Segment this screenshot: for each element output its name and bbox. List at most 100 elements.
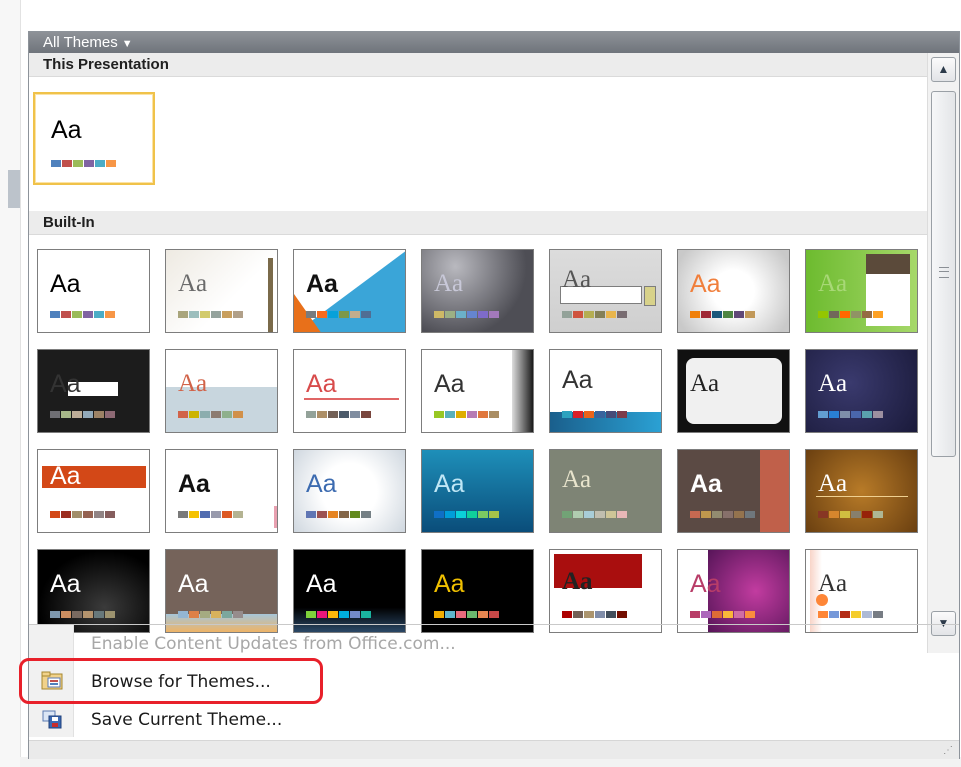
grip-icon xyxy=(939,267,949,278)
theme-swatches xyxy=(818,511,884,518)
theme-swatches xyxy=(178,511,244,518)
all-themes-header[interactable]: All Themes ▼ xyxy=(29,32,959,53)
theme-clarity[interactable]: Aa xyxy=(293,349,406,433)
theme-swatches xyxy=(51,160,117,167)
resize-grip-icon[interactable]: ⋰ xyxy=(943,745,953,756)
save-theme-icon xyxy=(42,710,62,729)
theme-executive[interactable]: Aa xyxy=(293,449,406,533)
section-this-presentation: This Presentation xyxy=(29,53,927,77)
theme-preview-text: Aa xyxy=(818,570,848,597)
browse-for-themes-label: Browse for Themes... xyxy=(91,672,271,692)
theme-adjacency[interactable]: Aa xyxy=(165,249,278,333)
theme-preview-text: Aa xyxy=(818,270,848,297)
background-ribbon-edge xyxy=(0,0,21,767)
theme-preview-text: Aa xyxy=(434,470,465,498)
theme-elemental[interactable]: Aa xyxy=(805,349,918,433)
theme-swatches xyxy=(818,411,884,418)
theme-oriel[interactable]: Aa xyxy=(805,549,918,633)
theme-aspect[interactable]: Aa xyxy=(677,249,790,333)
theme-swatches xyxy=(50,411,116,418)
theme-composite[interactable]: Aa xyxy=(421,349,534,433)
resize-bar[interactable]: ⋰ xyxy=(29,740,959,759)
save-current-theme-item[interactable]: Save Current Theme... xyxy=(29,704,959,734)
theme-couture[interactable]: Aa xyxy=(677,349,790,433)
scroll-up-icon[interactable]: ▲ xyxy=(931,57,956,82)
theme-preview-text: Aa xyxy=(306,370,337,398)
theme-swatches xyxy=(818,311,884,318)
theme-horizon[interactable]: Aa xyxy=(37,549,150,633)
theme-preview-text: Aa xyxy=(562,466,592,493)
theme-preview-text: Aa xyxy=(50,370,81,398)
theme-newsprint[interactable]: Aa xyxy=(549,549,662,633)
theme-module[interactable]: Aa xyxy=(421,549,534,633)
theme-concourse[interactable]: Aa xyxy=(549,349,662,433)
theme-preview-text: Aa xyxy=(690,270,721,298)
theme-preview-text: Aa xyxy=(306,570,337,598)
theme-swatches xyxy=(178,411,244,418)
theme-preview-text: Aa xyxy=(178,470,210,498)
theme-apothecary[interactable]: Aa xyxy=(549,249,662,333)
theme-angles[interactable]: Aa xyxy=(293,249,406,333)
theme-median[interactable]: Aa xyxy=(165,549,278,633)
theme-swatches xyxy=(434,611,500,618)
folder-icon xyxy=(41,671,63,690)
theme-preview-text: Aa xyxy=(50,270,81,298)
theme-swatches xyxy=(690,511,756,518)
theme-swatches xyxy=(690,611,756,618)
theme-swatches xyxy=(562,611,628,618)
theme-preview-text: Aa xyxy=(434,270,464,297)
theme-opulent[interactable]: Aa xyxy=(677,549,790,633)
theme-preview-text: Aa xyxy=(178,370,208,397)
menu-separator xyxy=(29,624,959,625)
gallery-scrollbar[interactable]: ▲ ▼ xyxy=(927,53,959,653)
theme-swatches xyxy=(562,511,628,518)
theme-swatches xyxy=(306,611,372,618)
themes-gallery-panel: All Themes ▼ This Presentation Aa Built-I… xyxy=(19,31,960,759)
theme-foundry[interactable]: Aa xyxy=(549,449,662,533)
browse-for-themes-item[interactable]: Browse for Themes... xyxy=(19,658,959,704)
theme-grid[interactable]: Aa xyxy=(677,449,790,533)
theme-black-tie[interactable]: Aa xyxy=(37,349,150,433)
scroll-thumb[interactable] xyxy=(931,91,956,457)
theme-swatches xyxy=(50,311,116,318)
theme-apex[interactable]: Aa xyxy=(421,249,534,333)
theme-swatches xyxy=(434,411,500,418)
theme-preview-text: Aa xyxy=(690,370,720,397)
theme-gallery: This Presentation Aa Built-In Aa Aa Aa A… xyxy=(29,53,927,653)
enable-content-updates-label: Enable Content Updates from Office.com..… xyxy=(91,634,456,654)
theme-swatches xyxy=(434,511,500,518)
theme-swatches xyxy=(50,611,116,618)
theme-preview-text: Aa xyxy=(818,370,848,397)
theme-civic[interactable]: Aa xyxy=(165,349,278,433)
theme-hardcover[interactable]: Aa xyxy=(805,449,918,533)
theme-preview-text: Aa xyxy=(178,570,209,598)
theme-essential[interactable]: Aa xyxy=(165,449,278,533)
theme-preview-text: Aa xyxy=(50,462,81,490)
theme-preview-text: Aa xyxy=(434,370,465,398)
theme-preview-text: Aa xyxy=(690,470,722,498)
theme-swatches xyxy=(306,311,372,318)
theme-swatches xyxy=(562,311,628,318)
theme-current[interactable]: Aa xyxy=(33,92,155,185)
save-current-theme-label: Save Current Theme... xyxy=(91,710,283,730)
theme-preview-text: Aa xyxy=(562,568,593,595)
theme-austin[interactable]: Aa xyxy=(805,249,918,333)
theme-swatches xyxy=(306,511,372,518)
theme-preview-text: Aa xyxy=(51,116,82,144)
enable-content-updates-item[interactable]: Enable Content Updates from Office.com..… xyxy=(29,628,959,658)
theme-preview-text: Aa xyxy=(434,570,465,598)
dropdown-arrow-icon: ▼ xyxy=(121,38,133,50)
section-built-in: Built-In xyxy=(29,211,927,235)
theme-preview-text: Aa xyxy=(818,470,848,497)
theme-equity[interactable]: Aa xyxy=(37,449,150,533)
theme-metro[interactable]: Aa xyxy=(293,549,406,633)
theme-swatches xyxy=(178,611,244,618)
all-themes-title: All Themes xyxy=(43,34,118,51)
theme-preview-text: Aa xyxy=(50,570,81,598)
theme-swatches xyxy=(818,611,884,618)
theme-swatches xyxy=(178,311,244,318)
theme-flow[interactable]: Aa xyxy=(421,449,534,533)
theme-office[interactable]: Aa xyxy=(37,249,150,333)
theme-swatches xyxy=(434,311,500,318)
theme-preview-text: Aa xyxy=(562,366,593,394)
